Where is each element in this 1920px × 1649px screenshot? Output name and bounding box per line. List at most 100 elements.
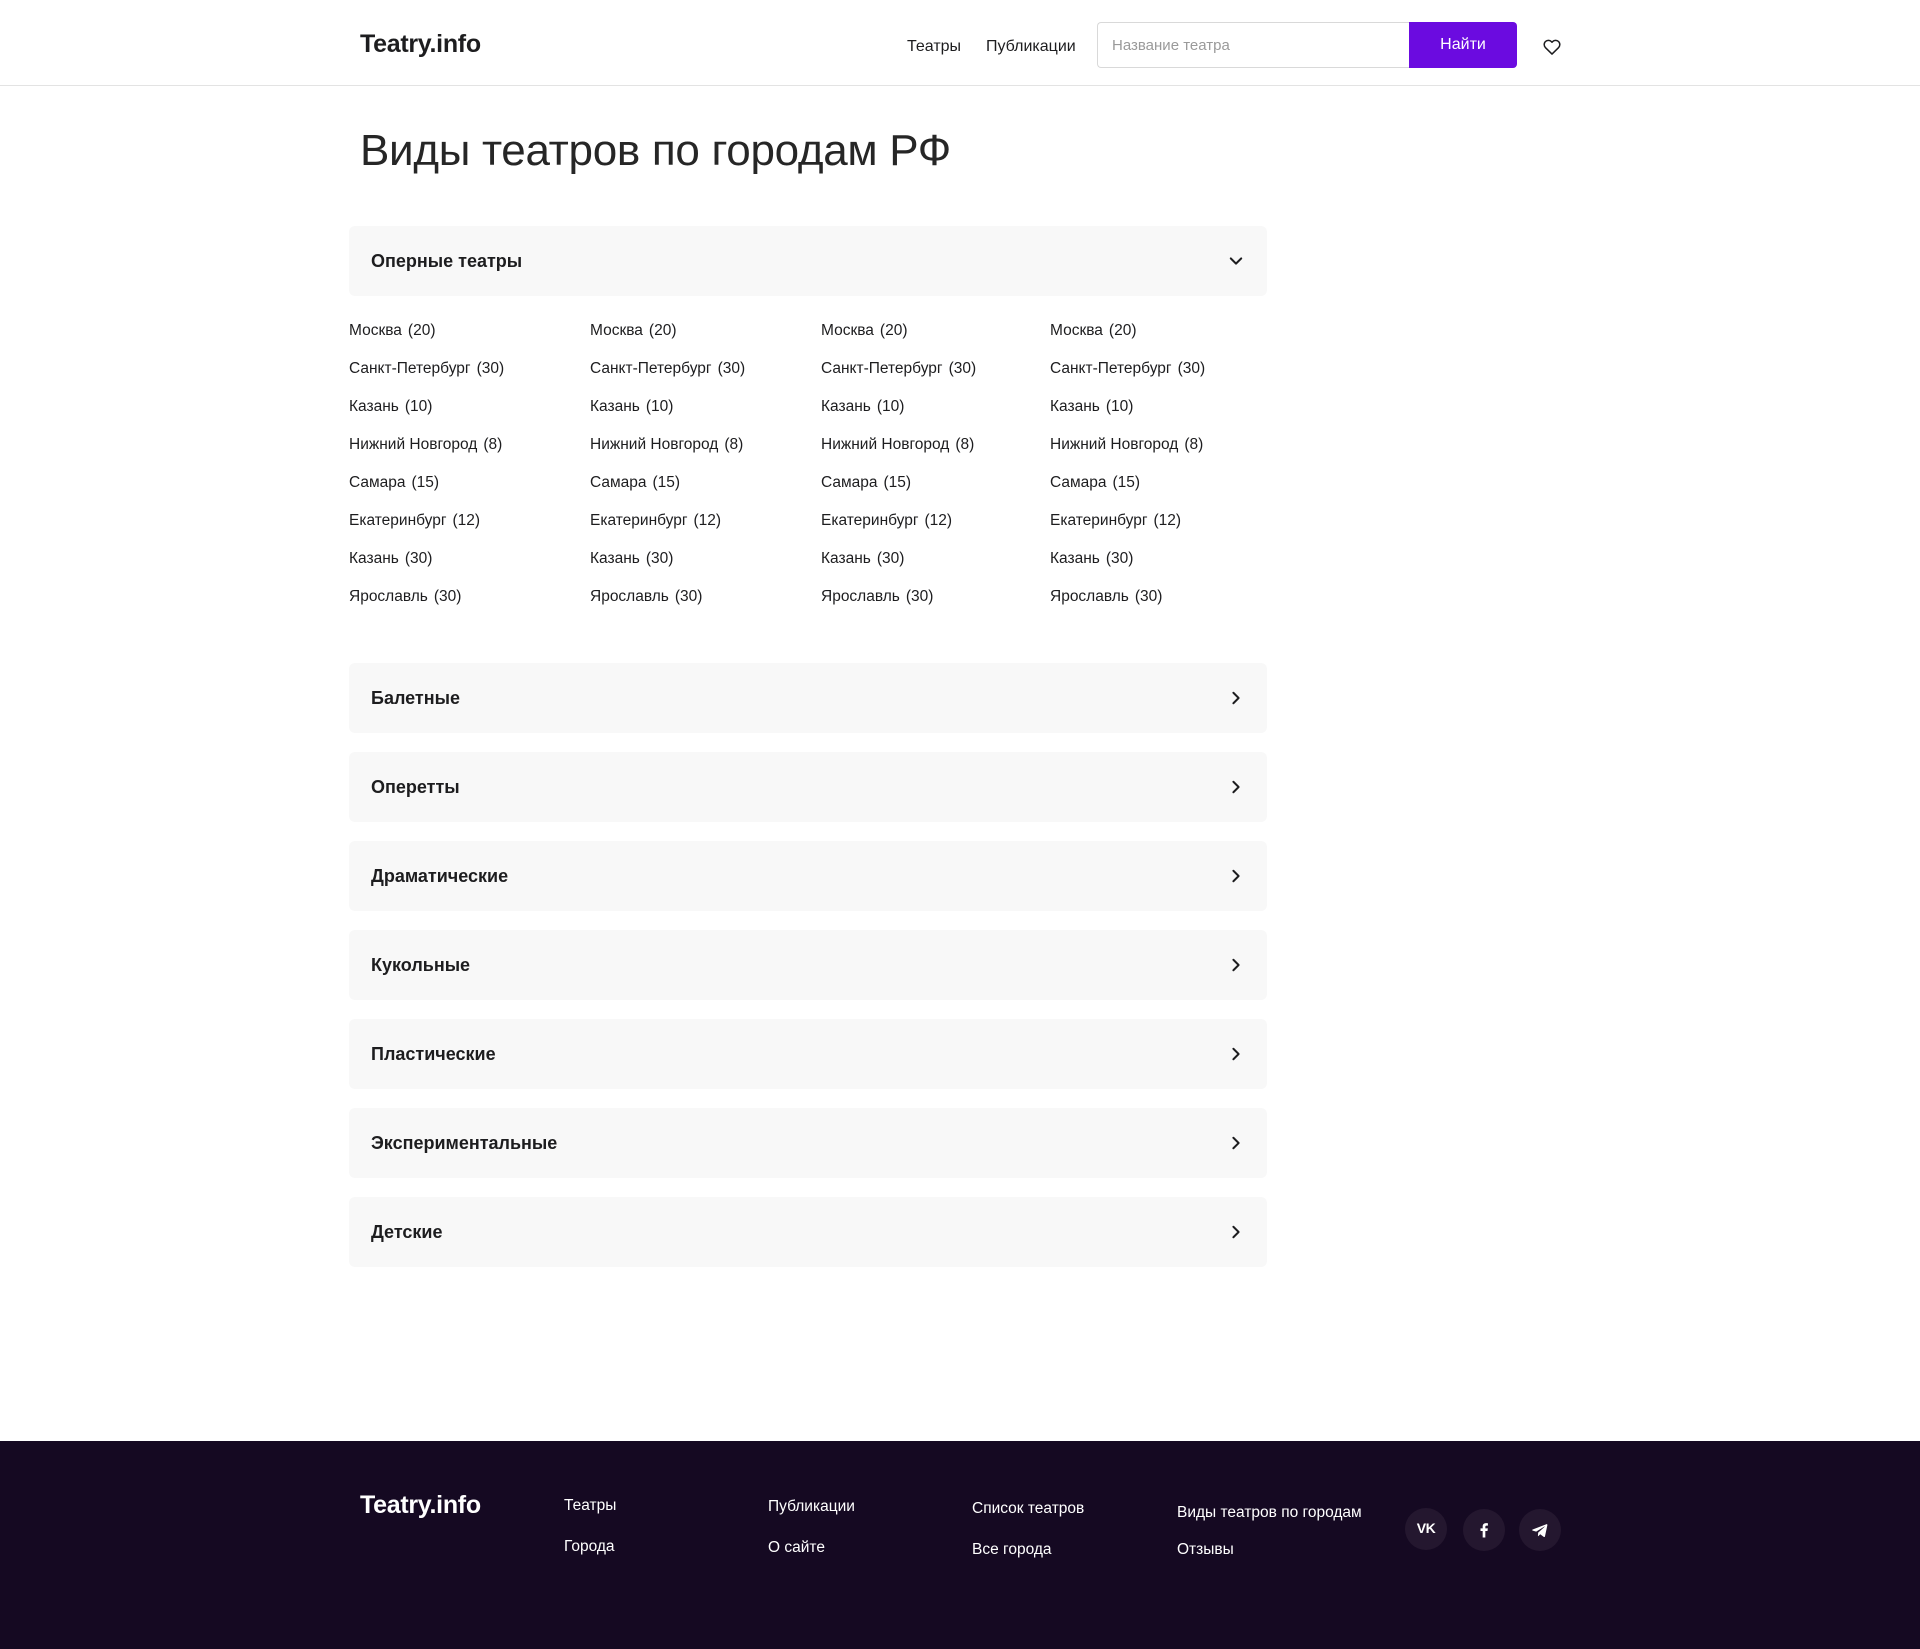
- city-name: Екатеринбург: [821, 512, 919, 529]
- city-count: (8): [1184, 436, 1204, 453]
- chevron-right-icon: [1232, 780, 1240, 794]
- search-input[interactable]: [1097, 22, 1409, 68]
- accordion-item-opera[interactable]: Оперные театры: [349, 226, 1267, 296]
- city-link[interactable]: Ярославль (30): [821, 588, 933, 606]
- city-link[interactable]: Екатеринбург (12): [349, 512, 480, 530]
- city-link[interactable]: Нижний Новгород (8): [590, 436, 743, 454]
- city-link[interactable]: Казань (10): [821, 398, 904, 416]
- city-link[interactable]: Казань (10): [1050, 398, 1133, 416]
- city-link[interactable]: Екатеринбург (12): [821, 512, 952, 530]
- city-link[interactable]: Нижний Новгород (8): [821, 436, 974, 454]
- city-link[interactable]: Казань (30): [821, 550, 904, 568]
- city-count: (30): [645, 550, 674, 567]
- footer-logo[interactable]: Teatry.info: [360, 1491, 481, 1520]
- city-link[interactable]: Екатеринбург (12): [590, 512, 721, 530]
- city-name: Казань: [821, 398, 871, 415]
- search-button[interactable]: Найти: [1409, 22, 1517, 68]
- chevron-right-icon: [1232, 1047, 1240, 1061]
- city-link[interactable]: Самара (15): [821, 474, 911, 492]
- city-link[interactable]: Москва (20): [590, 322, 677, 340]
- heart-icon[interactable]: [1542, 37, 1562, 57]
- city-name: Казань: [821, 550, 871, 567]
- facebook-icon[interactable]: [1463, 1509, 1505, 1551]
- footer-link-publications[interactable]: Публикации: [768, 1498, 855, 1516]
- footer-link-theatres[interactable]: Театры: [564, 1497, 616, 1515]
- city-name: Казань: [590, 398, 640, 415]
- accordion-item-plastic[interactable]: Пластические: [349, 1019, 1267, 1089]
- city-name: Москва: [1050, 322, 1103, 339]
- accordion-item-operetta[interactable]: Оперетты: [349, 752, 1267, 822]
- page-title: Виды театров по городам РФ: [360, 126, 951, 175]
- city-name: Ярославль: [1050, 588, 1129, 605]
- accordion-item-ballet[interactable]: Балетные: [349, 663, 1267, 733]
- city-name: Санкт-Петербург: [590, 360, 712, 377]
- city-count: (15): [652, 474, 681, 491]
- city-count: (30): [1134, 588, 1163, 605]
- city-link[interactable]: Санкт-Петербург (30): [590, 360, 745, 378]
- city-link[interactable]: Москва (20): [349, 322, 436, 340]
- city-count: (30): [433, 588, 462, 605]
- footer-link-theatre-list[interactable]: Список театров: [972, 1500, 1084, 1518]
- accordion-label: Кукольные: [371, 955, 471, 975]
- city-link[interactable]: Санкт-Петербург (30): [349, 360, 504, 378]
- city-link[interactable]: Казань (30): [349, 550, 432, 568]
- city-count: (15): [883, 474, 912, 491]
- city-name: Нижний Новгород: [1050, 436, 1179, 453]
- accordion-label: Оперные театры: [371, 251, 523, 271]
- city-link[interactable]: Санкт-Петербург (30): [821, 360, 976, 378]
- accordion-item-children[interactable]: Детские: [349, 1197, 1267, 1267]
- accordion-item-drama[interactable]: Драматические: [349, 841, 1267, 911]
- city-count: (30): [1105, 550, 1134, 567]
- city-name: Москва: [590, 322, 643, 339]
- footer-link-reviews[interactable]: Отзывы: [1177, 1541, 1234, 1559]
- city-link[interactable]: Ярославль (30): [1050, 588, 1162, 606]
- city-count: (20): [879, 322, 908, 339]
- city-count: (30): [476, 360, 505, 377]
- city-link[interactable]: Москва (20): [821, 322, 908, 340]
- vk-label: VK: [1416, 1520, 1436, 1536]
- city-count: (30): [404, 550, 433, 567]
- footer-link-cities[interactable]: Города: [564, 1538, 615, 1556]
- city-link[interactable]: Екатеринбург (12): [1050, 512, 1181, 530]
- footer-link-theatre-types[interactable]: Виды театров по городам: [1177, 1504, 1362, 1522]
- city-count: (8): [483, 436, 503, 453]
- footer-link-about[interactable]: О сайте: [768, 1539, 825, 1557]
- city-link[interactable]: Казань (30): [590, 550, 673, 568]
- vk-icon[interactable]: VK: [1405, 1508, 1447, 1550]
- city-link[interactable]: Нижний Новгород (8): [1050, 436, 1203, 454]
- city-link[interactable]: Ярославль (30): [349, 588, 461, 606]
- accordion-label: Балетные: [371, 688, 460, 708]
- accordion-label: Пластические: [371, 1044, 496, 1064]
- city-name: Самара: [590, 474, 647, 491]
- site-logo[interactable]: Teatry.info: [360, 30, 481, 59]
- nav-link-publications[interactable]: Публикации: [986, 38, 1076, 56]
- city-link[interactable]: Самара (15): [349, 474, 439, 492]
- city-name: Санкт-Петербург: [821, 360, 943, 377]
- city-link[interactable]: Казань (30): [1050, 550, 1133, 568]
- city-link[interactable]: Санкт-Петербург (30): [1050, 360, 1205, 378]
- accordion-label: Оперетты: [371, 777, 460, 797]
- nav-link-theatres[interactable]: Театры: [907, 38, 961, 56]
- city-count: (10): [404, 398, 433, 415]
- city-name: Казань: [349, 550, 399, 567]
- telegram-icon[interactable]: [1519, 1509, 1561, 1551]
- accordion-item-experimental[interactable]: Экспериментальные: [349, 1108, 1267, 1178]
- city-name: Ярославль: [821, 588, 900, 605]
- city-link[interactable]: Казань (10): [349, 398, 432, 416]
- city-link[interactable]: Нижний Новгород (8): [349, 436, 502, 454]
- city-link[interactable]: Ярославль (30): [590, 588, 702, 606]
- city-link[interactable]: Самара (15): [1050, 474, 1140, 492]
- city-count: (30): [876, 550, 905, 567]
- city-link[interactable]: Самара (15): [590, 474, 680, 492]
- city-count: (8): [955, 436, 975, 453]
- footer-link-all-cities[interactable]: Все города: [972, 1541, 1052, 1559]
- accordion-item-puppet[interactable]: Кукольные: [349, 930, 1267, 1000]
- city-name: Нижний Новгород: [590, 436, 719, 453]
- chevron-down-icon: [1229, 257, 1243, 265]
- city-link[interactable]: Москва (20): [1050, 322, 1137, 340]
- city-count: (10): [1105, 398, 1134, 415]
- city-link[interactable]: Казань (10): [590, 398, 673, 416]
- city-count: (12): [1153, 512, 1182, 529]
- accordion-label: Экспериментальные: [371, 1133, 558, 1153]
- city-count: (30): [948, 360, 977, 377]
